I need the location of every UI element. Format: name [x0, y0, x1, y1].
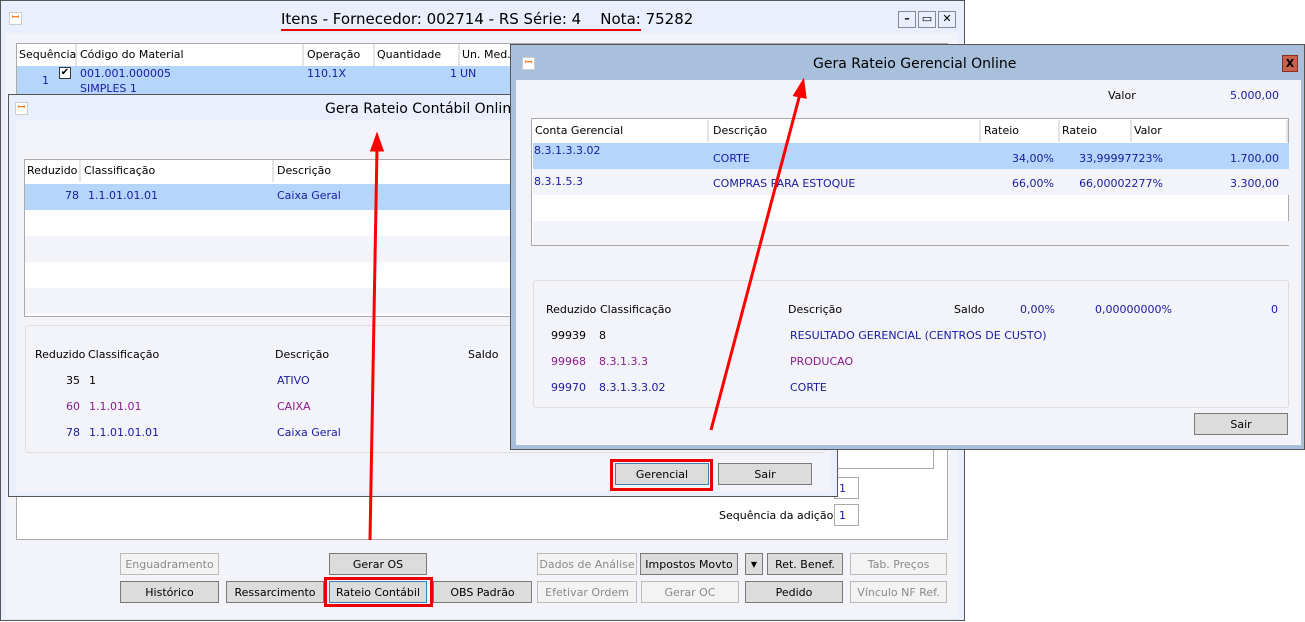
arrow-head	[792, 77, 807, 99]
arrow-line	[709, 93, 802, 431]
arrow-head	[369, 131, 385, 152]
annotation-arrows	[368, 77, 807, 541]
arrow-line	[368, 147, 379, 541]
